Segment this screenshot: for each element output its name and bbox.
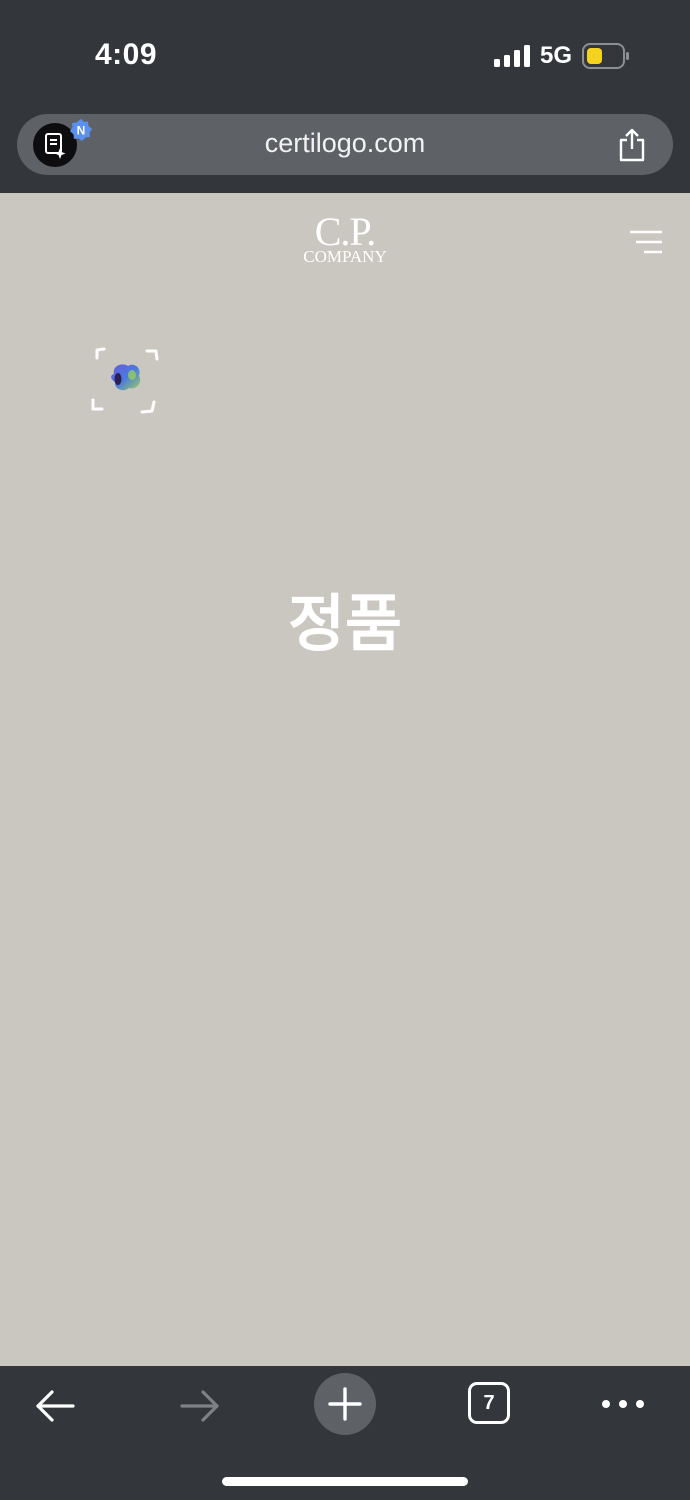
status-time: 4:09 <box>95 38 158 71</box>
plus-icon <box>328 1387 362 1421</box>
more-icon[interactable] <box>600 1392 646 1416</box>
status-bar: 4:09 5G <box>0 0 690 110</box>
url-text[interactable]: certilogo.com <box>17 128 673 159</box>
brand-logo-bottom: COMPANY <box>303 247 387 266</box>
brand-logo[interactable]: C.P. COMPANY <box>295 209 395 271</box>
authenticity-status: 정품 <box>287 587 403 660</box>
browser-top-bar: N certilogo.com <box>0 110 690 193</box>
menu-icon[interactable] <box>628 229 664 255</box>
scan-icon[interactable] <box>90 346 162 416</box>
signal-icon <box>494 45 530 67</box>
brand-logo-top: C.P. <box>314 209 377 254</box>
browser-toolbar: 7 <box>0 1366 690 1500</box>
battery-icon <box>582 43 629 69</box>
forward-button[interactable] <box>178 1386 222 1426</box>
network-type: 5G <box>540 42 573 69</box>
share-icon[interactable] <box>617 128 647 162</box>
back-button[interactable] <box>33 1386 77 1426</box>
home-indicator[interactable] <box>222 1477 468 1486</box>
phone-screen: 4:09 5G N certilogo.com C.P. COMPANY 정품 … <box>0 0 690 1500</box>
web-page: C.P. COMPANY 정품 <box>0 193 690 1366</box>
address-bar[interactable]: N certilogo.com <box>17 114 673 175</box>
tabs-button[interactable]: 7 <box>468 1382 510 1424</box>
new-tab-button[interactable] <box>314 1373 376 1435</box>
